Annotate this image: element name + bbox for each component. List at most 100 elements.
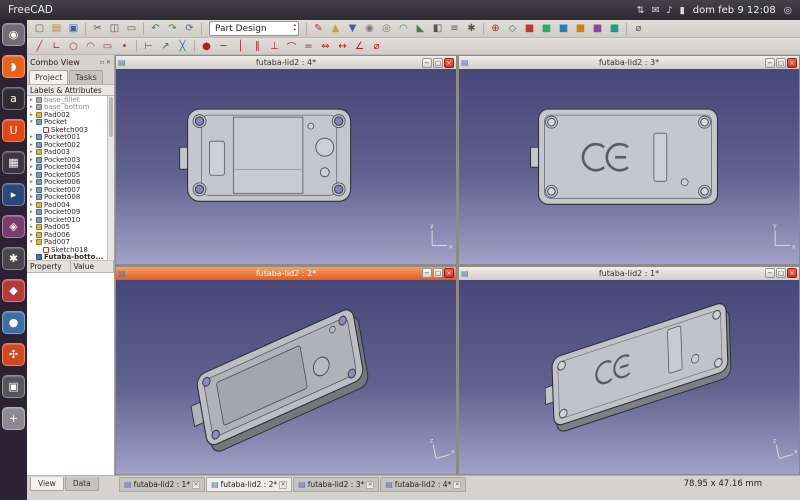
tree-item[interactable]: ▸Pad002 [27,111,114,119]
pad-icon[interactable]: ▲ [328,21,343,36]
constraint-parallel-icon[interactable]: ∥ [250,39,265,54]
arc-icon[interactable]: ◠ [83,39,98,54]
constraint-radius-icon[interactable]: ⌀ [369,39,384,54]
launcher-item-app-amazon[interactable]: a [2,87,25,110]
point-icon[interactable]: • [117,39,132,54]
3d-viewport-top-view[interactable]: xy [116,69,456,264]
window-titlebar[interactable]: ▤ futaba-lid2 : 1* − □ × [459,267,799,280]
3d-viewport-iso-case[interactable]: xz [116,280,456,475]
maximize-button[interactable]: □ [776,58,786,68]
external-geometry-icon[interactable]: ↗ [158,39,173,54]
launcher-item-freecad[interactable]: ✣ [2,343,25,366]
close-button[interactable]: × [787,58,797,68]
value-column-header[interactable]: Value [71,261,115,272]
groove-icon[interactable]: ◎ [379,21,394,36]
doc-tab[interactable]: ▤futaba-lid2 : 1*✕ [119,477,205,492]
doc-tab[interactable]: ▤futaba-lid2 : 3*✕ [293,477,379,492]
volume-indicator-icon[interactable]: ♪ [666,5,672,16]
rectangle-icon[interactable]: ▭ [100,39,115,54]
close-icon[interactable]: ✕ [453,481,461,489]
polyline-icon[interactable]: ∟ [49,39,64,54]
session-menu-icon[interactable]: ◎ [784,5,792,16]
messages-indicator-icon[interactable]: ✉ [651,5,659,16]
network-indicator-icon[interactable]: ⇅ [637,5,645,16]
minimize-button[interactable]: − [765,58,775,68]
panel-close-icon[interactable]: ✕ [106,59,111,66]
launcher-item-app-media[interactable]: ▸ [2,183,25,206]
pocket-icon[interactable]: ▼ [345,21,360,36]
chamfer-icon[interactable]: ◣ [413,21,428,36]
close-button[interactable]: × [444,58,454,68]
tree-item[interactable]: ▸Pocket002 [27,141,114,149]
left-view-icon[interactable]: ■ [607,21,622,36]
minimize-button[interactable]: − [422,268,432,278]
minimize-button[interactable]: − [765,268,775,278]
constraint-coincident-icon[interactable]: ● [199,39,214,54]
constraint-vertical-icon[interactable]: │ [233,39,248,54]
polar-pattern-icon[interactable]: ✱ [464,21,479,36]
linear-pattern-icon[interactable]: ≡ [447,21,462,36]
launcher-item-app-red[interactable]: ◆ [2,279,25,302]
tree-item[interactable]: ▸base_bottom [27,104,114,112]
tab-view[interactable]: View [30,477,64,491]
line-icon[interactable]: ╱ [32,39,47,54]
sketch-icon[interactable]: ✎ [311,21,326,36]
constraint-symmetric-icon[interactable]: ⇔ [318,39,333,54]
launcher-item-app-photos[interactable]: ◈ [2,215,25,238]
doc-tab[interactable]: ▤futaba-lid2 : 4*✕ [380,477,466,492]
redo-icon[interactable]: ↷ [165,21,180,36]
trim-icon[interactable]: ⊢ [141,39,156,54]
fillet-icon[interactable]: ◠ [396,21,411,36]
3d-viewport-lid-top-view[interactable]: xy [459,69,799,264]
tree-scrollbar[interactable] [107,96,114,260]
scrollbar-thumb[interactable] [109,97,113,137]
launcher-item-dash-home[interactable]: ◉ [2,23,25,46]
launcher-item-ubuntu-one[interactable]: U [2,119,25,142]
tab-data[interactable]: Data [65,477,99,491]
save-document-icon[interactable]: ▣ [66,21,81,36]
copy-icon[interactable]: ◫ [107,21,122,36]
close-icon[interactable]: ✕ [192,481,200,489]
rear-view-icon[interactable]: ■ [573,21,588,36]
close-icon[interactable]: ✕ [279,481,287,489]
construction-mode-icon[interactable]: ╳ [175,39,190,54]
launcher-item-app-tools[interactable]: ✱ [2,247,25,270]
cut-icon[interactable]: ✂ [90,21,105,36]
right-view-icon[interactable]: ■ [556,21,571,36]
tree-item[interactable]: ▸Pocket008 [27,194,114,202]
maximize-button[interactable]: □ [433,58,443,68]
active-app-title[interactable]: FreeCAD [8,4,53,16]
3d-viewport-iso-lid[interactable]: xz [459,280,799,475]
launcher-item-firefox[interactable]: ◗ [2,55,25,78]
panel-float-icon[interactable]: ▫ [100,59,104,66]
tree-item[interactable]: ▸Pocket010 [27,216,114,224]
close-icon[interactable]: ✕ [366,481,374,489]
top-view-icon[interactable]: ■ [539,21,554,36]
constraint-angle-icon[interactable]: ∠ [352,39,367,54]
workbench-selector[interactable]: Part Design▴▾ [209,21,299,36]
launcher-item-app-gray[interactable]: ▣ [2,375,25,398]
constraint-equal-icon[interactable]: = [301,39,316,54]
launcher-item-app-dark[interactable]: ▦ [2,151,25,174]
constraint-distance-icon[interactable]: ↔ [335,39,350,54]
fit-all-icon[interactable]: ⊕ [488,21,503,36]
front-view-icon[interactable]: ■ [522,21,537,36]
open-document-icon[interactable]: ▤ [49,21,64,36]
window-titlebar[interactable]: ▤ futaba-lid2 : 3* − □ × [459,56,799,69]
mirror-icon[interactable]: ◧ [430,21,445,36]
measure-icon[interactable]: ⌀ [631,21,646,36]
doc-tab[interactable]: ▤futaba-lid2 : 2*✕ [206,477,292,492]
clock[interactable]: dom feb 9 12:08 [693,5,776,16]
window-titlebar[interactable]: ▤ futaba-lid2 : 4* − □ × [116,56,456,69]
constraint-horizontal-icon[interactable]: ─ [216,39,231,54]
tree-item[interactable]: ▸Pad005 [27,224,114,232]
refresh-icon[interactable]: ⟳ [182,21,197,36]
tab-tasks[interactable]: Tasks [69,70,102,84]
paste-icon[interactable]: ▭ [124,21,139,36]
tab-project[interactable]: Project [29,70,68,84]
property-column-header[interactable]: Property [27,261,71,272]
maximize-button[interactable]: □ [776,268,786,278]
tree-item[interactable]: ▸Pad006 [27,231,114,239]
tree-item[interactable]: Futaba-botto... [27,254,114,262]
launcher-item-system-settings[interactable]: + [2,407,25,430]
